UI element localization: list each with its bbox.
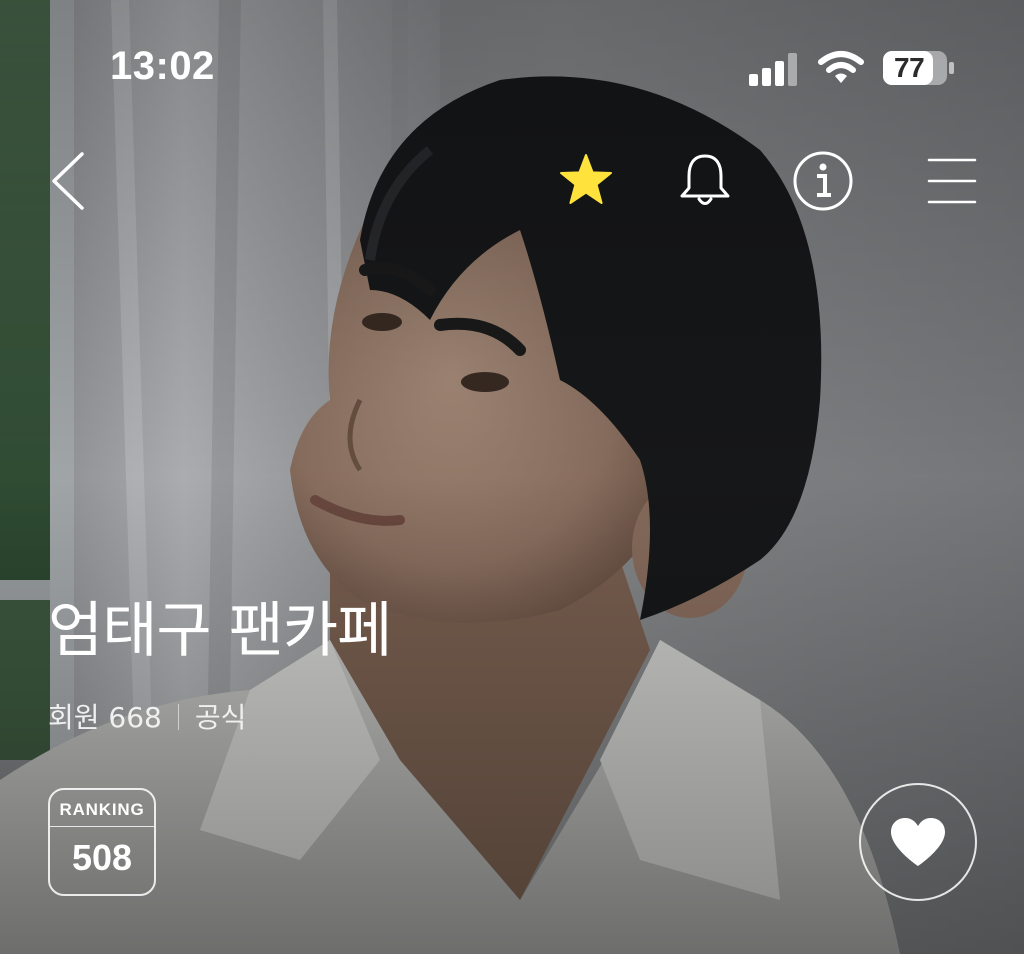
ranking-badge[interactable]: RANKING 508 <box>48 788 156 896</box>
ranking-value: 508 <box>71 837 133 878</box>
cafe-meta: 회원 668 공식 <box>48 696 246 736</box>
ranking-label: RANKING <box>50 790 154 827</box>
meta-divider <box>177 704 179 730</box>
battery-level: 77 <box>894 52 925 83</box>
wifi-icon <box>818 51 864 83</box>
star-icon[interactable] <box>558 153 614 207</box>
heart-icon <box>891 818 945 866</box>
back-arrow-icon[interactable] <box>48 150 88 212</box>
status-time: 13:02 <box>110 44 215 88</box>
cellular-signal-icon <box>749 53 797 86</box>
member-count: 회원 668 <box>48 701 162 734</box>
official-badge: 공식 <box>194 701 247 734</box>
menu-icon[interactable] <box>927 156 977 206</box>
bell-icon[interactable] <box>677 152 733 210</box>
cafe-title: 엄태구 팬카페 <box>48 596 392 666</box>
battery-icon: 77 <box>882 50 956 86</box>
fan-cafe-header: 13:02 77 엄태구 팬카페 회원 668 공식 RANKING 508 <box>0 0 1024 954</box>
info-icon[interactable] <box>793 151 853 211</box>
like-button[interactable] <box>859 783 977 901</box>
